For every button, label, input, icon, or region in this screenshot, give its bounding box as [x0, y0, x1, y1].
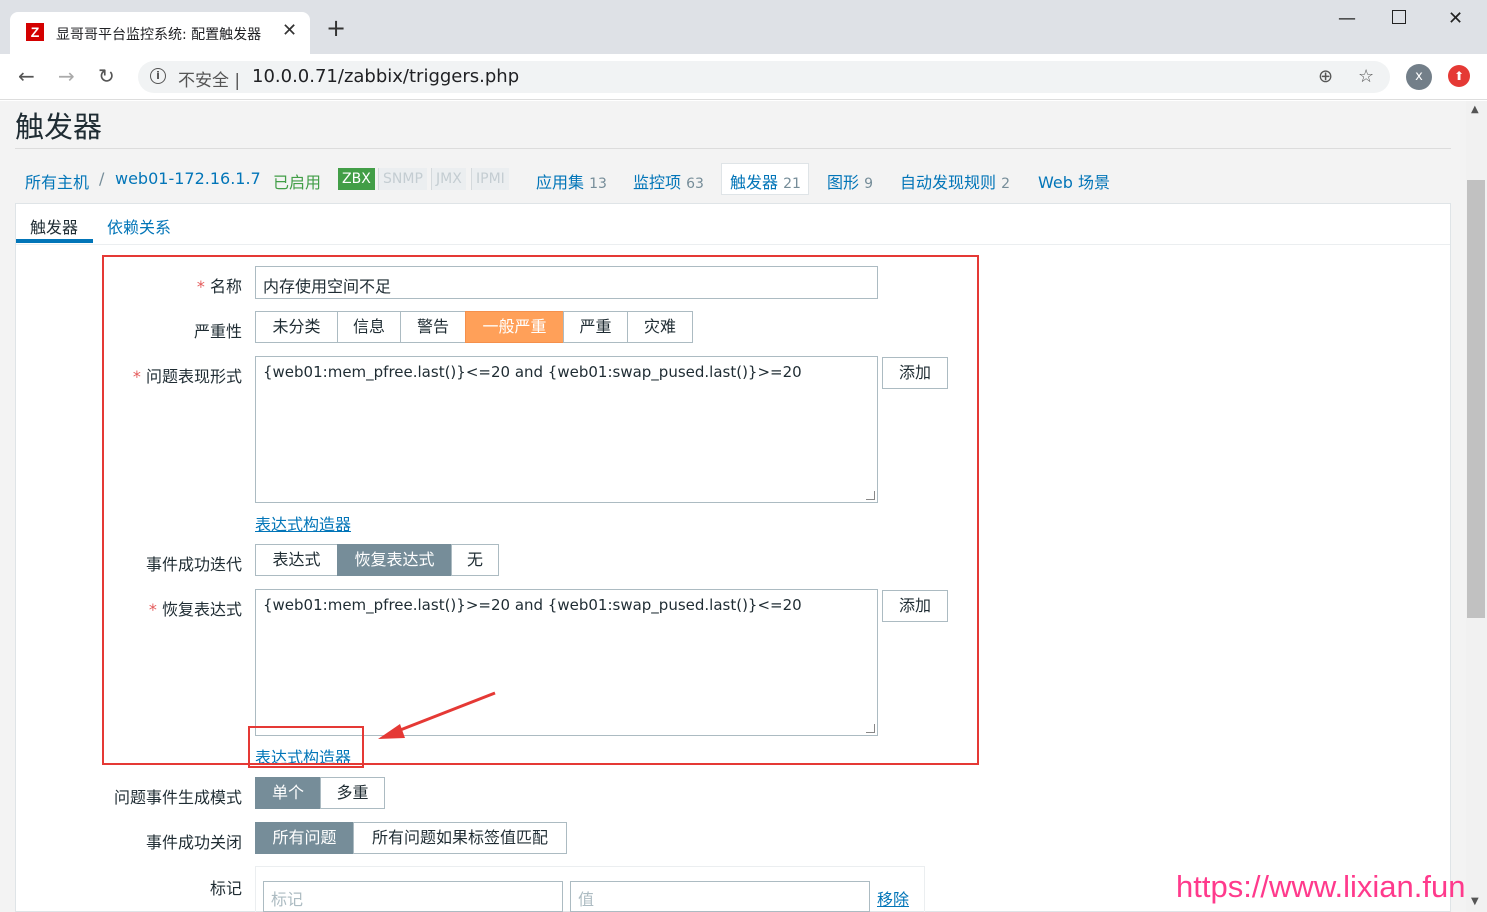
nav-discovery-rules[interactable]: 自动发现规则 2: [900, 169, 1010, 193]
tags-label: 标记: [209, 879, 242, 898]
breadcrumb-all-hosts[interactable]: 所有主机: [25, 169, 89, 193]
annotation-highlight-box: [102, 255, 979, 765]
scroll-down-icon[interactable]: ▼: [1471, 896, 1479, 907]
browser-tab[interactable]: Z 显哥哥平台监控系统: 配置触发器 ✕: [10, 12, 310, 54]
bookmark-star-icon[interactable]: ☆: [1358, 66, 1374, 87]
profile-avatar[interactable]: x: [1406, 64, 1432, 90]
maximize-icon[interactable]: [1392, 10, 1406, 24]
extension-icon[interactable]: ⬆: [1448, 65, 1470, 87]
ipmi-availability-badge: IPMI: [471, 168, 509, 190]
ok-close-tag-match[interactable]: 所有问题如果标签值匹配: [353, 822, 567, 854]
tag-value-input[interactable]: 值: [570, 881, 870, 912]
security-label: 不安全 |: [178, 71, 241, 91]
annotation-arrow-icon: [378, 691, 496, 739]
active-tab-underline: [16, 239, 93, 243]
scrollbar-thumb[interactable]: [1467, 180, 1485, 618]
forward-arrow-icon[interactable]: →: [58, 64, 75, 88]
page-title: 触发器: [15, 110, 103, 144]
title-divider: [15, 148, 1451, 149]
back-arrow-icon[interactable]: ←: [18, 64, 35, 88]
window-close-icon[interactable]: ✕: [1448, 8, 1463, 29]
problem-mode-label: 问题事件生成模式: [113, 788, 242, 807]
nav-graphs[interactable]: 图形 9: [827, 169, 873, 193]
zbx-availability-badge: ZBX: [338, 168, 375, 190]
ok-event-closes-label: 事件成功关闭: [145, 833, 242, 852]
tab-title: 显哥哥平台监控系统: 配置触发器: [56, 27, 262, 43]
nav-web-scenarios[interactable]: Web 场景: [1038, 169, 1110, 193]
breadcrumb-host[interactable]: web01-172.16.1.7: [115, 169, 261, 188]
browser-titlebar: Z 显哥哥平台监控系统: 配置触发器 ✕ + — ✕: [0, 0, 1487, 54]
tab-close-icon[interactable]: ✕: [282, 20, 297, 41]
remove-tag-link[interactable]: 移除: [877, 886, 909, 910]
host-status-enabled[interactable]: 已启用: [273, 169, 321, 193]
url-text[interactable]: 10.0.0.71/zabbix/triggers.php: [252, 66, 519, 87]
problem-mode-multiple[interactable]: 多重: [320, 777, 385, 809]
watermark-text: https://www.lixian.fun: [1176, 869, 1466, 904]
browser-toolbar: ← → ↻ i 不安全 | 10.0.0.71/zabbix/triggers.…: [0, 54, 1487, 100]
nav-triggers[interactable]: 触发器 21: [730, 169, 801, 193]
nav-items[interactable]: 监控项 63: [633, 169, 704, 193]
nav-applications[interactable]: 应用集 13: [536, 169, 607, 193]
tab-trigger[interactable]: 触发器: [30, 214, 78, 238]
zoom-icon[interactable]: ⊕: [1318, 66, 1333, 87]
ok-close-all-problems[interactable]: 所有问题: [255, 822, 354, 854]
snmp-availability-badge: SNMP: [378, 168, 427, 190]
reload-icon[interactable]: ↻: [98, 64, 115, 88]
info-icon[interactable]: i: [150, 68, 166, 84]
jmx-availability-badge: JMX: [431, 168, 466, 190]
new-tab-icon[interactable]: +: [326, 16, 346, 40]
breadcrumb-separator: /: [99, 169, 105, 188]
address-bar[interactable]: i 不安全 | 10.0.0.71/zabbix/triggers.php ⊕ …: [138, 61, 1390, 93]
problem-mode-single[interactable]: 单个: [255, 777, 321, 809]
tag-name-input[interactable]: 标记: [263, 881, 563, 912]
tab-divider: [16, 244, 1450, 245]
annotation-link-highlight-box: [248, 726, 364, 768]
scroll-up-icon[interactable]: ▲: [1471, 104, 1479, 115]
zabbix-favicon-icon: Z: [26, 23, 44, 41]
tab-dependencies[interactable]: 依赖关系: [107, 214, 171, 238]
minimize-icon[interactable]: —: [1338, 8, 1356, 29]
